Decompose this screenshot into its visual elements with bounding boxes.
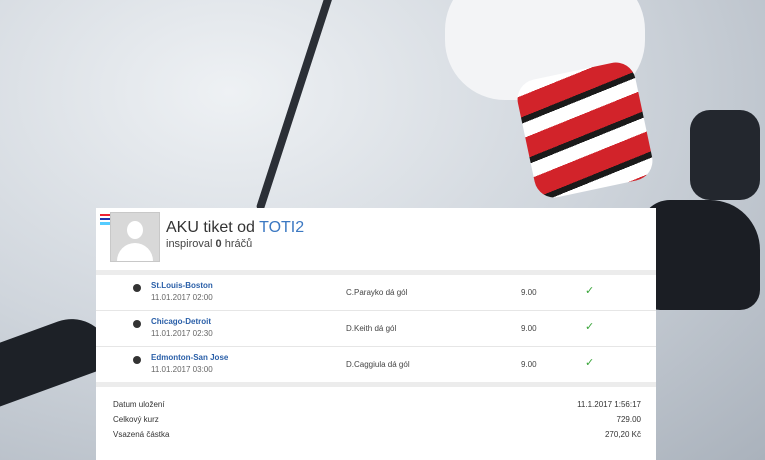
match-link[interactable]: Edmonton-San Jose: [151, 353, 228, 362]
bet-row: Edmonton-San Jose 11.01.2017 03:00 D.Cag…: [96, 347, 656, 382]
ticket-card: AKU tiket od TOTI2 inspiroval 0 hráčů St…: [96, 208, 656, 460]
saved-date-value: 11.1.2017 1:56:17: [577, 400, 641, 409]
bet-tip: D.Caggiula dá gól: [346, 360, 410, 369]
flag-icon: [100, 222, 110, 228]
stake-label: Vsazená částka: [113, 430, 170, 439]
saved-date-label: Datum uložení: [113, 400, 165, 409]
summary-row: Datum uložení 11.1.2017 1:56:17: [96, 397, 656, 412]
match-date: 11.01.2017 02:30: [151, 329, 213, 338]
check-icon: ✓: [585, 285, 595, 297]
bet-row: St.Louis-Boston 11.01.2017 02:00 C.Paray…: [96, 275, 656, 311]
total-odds-label: Celkový kurz: [113, 415, 159, 424]
summary-row: Celkový kurz 729.00: [96, 412, 656, 427]
total-odds-value: 729.00: [616, 415, 641, 424]
ticket-header: AKU tiket od TOTI2 inspiroval 0 hráčů: [96, 208, 656, 270]
ticket-title: AKU tiket od TOTI2: [166, 219, 305, 236]
bet-tip: C.Parayko dá gól: [346, 288, 408, 297]
bet-odds: 9.00: [521, 324, 537, 333]
stake-value: 270,20 Kč: [604, 430, 641, 439]
flag-icon: [100, 214, 110, 220]
summary-row: Vsazená částka 270,20 Kč: [96, 427, 656, 442]
status-dot-icon: [133, 356, 141, 364]
bet-list: St.Louis-Boston 11.01.2017 02:00 C.Paray…: [96, 275, 656, 382]
check-icon: ✓: [585, 357, 595, 369]
ticket-summary: Datum uložení 11.1.2017 1:56:17 Celkový …: [96, 387, 656, 442]
status-dot-icon: [133, 320, 141, 328]
inspired-count: inspiroval 0 hráčů: [166, 238, 253, 250]
avatar[interactable]: [110, 212, 160, 262]
bet-tip: D.Keith dá gól: [346, 324, 397, 333]
check-icon: ✓: [585, 321, 595, 333]
match-date: 11.01.2017 03:00: [151, 365, 213, 374]
match-link[interactable]: Chicago-Detroit: [151, 317, 211, 326]
user-link[interactable]: TOTI2: [259, 219, 304, 236]
match-link[interactable]: St.Louis-Boston: [151, 281, 213, 290]
bet-row: Chicago-Detroit 11.01.2017 02:30 D.Keith…: [96, 311, 656, 347]
bet-odds: 9.00: [521, 288, 537, 297]
status-dot-icon: [133, 284, 141, 292]
bet-odds: 9.00: [521, 360, 537, 369]
match-date: 11.01.2017 02:00: [151, 293, 213, 302]
